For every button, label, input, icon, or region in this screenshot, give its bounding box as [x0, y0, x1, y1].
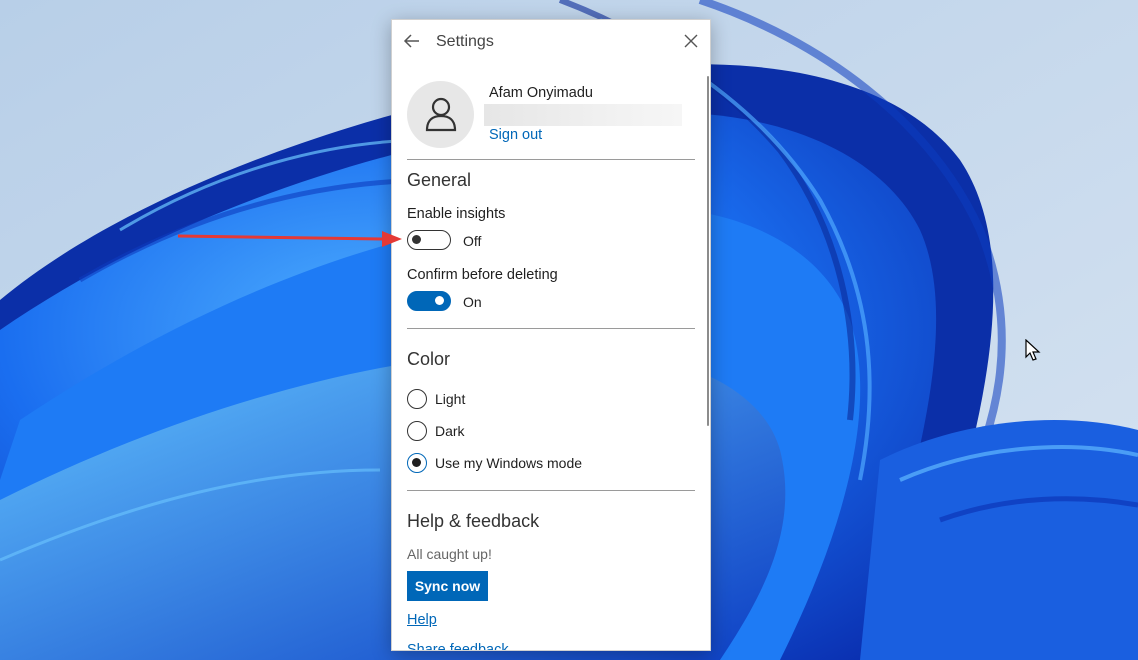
radio-windows-mode-label: Use my Windows mode: [435, 455, 583, 471]
window-title: Settings: [436, 33, 494, 50]
close-icon[interactable]: [680, 30, 702, 52]
section-color-heading: Color: [407, 349, 451, 369]
back-arrow-icon[interactable]: [400, 29, 424, 53]
divider: [407, 328, 695, 329]
radio-dot: [412, 458, 421, 467]
help-link[interactable]: Help: [407, 612, 437, 628]
enable-insights-label: Enable insights: [407, 206, 506, 222]
radio-button-selected[interactable]: [407, 453, 427, 473]
person-icon: [425, 97, 457, 132]
toggle-knob: [435, 296, 444, 305]
section-help-heading: Help & feedback: [407, 511, 540, 531]
mouse-pointer-icon: [1025, 339, 1041, 361]
confirm-delete-label: Confirm before deleting: [407, 267, 558, 283]
enable-insights-state: Off: [463, 233, 482, 249]
enable-insights-toggle[interactable]: [407, 230, 451, 250]
divider: [407, 159, 695, 160]
radio-button[interactable]: [407, 421, 427, 441]
scrollbar[interactable]: [707, 76, 709, 426]
sign-out-link[interactable]: Sign out: [489, 127, 542, 143]
toggle-knob: [412, 235, 421, 244]
account-name: Afam Onyimadu: [489, 85, 593, 101]
sync-now-button[interactable]: Sync now: [407, 571, 488, 601]
avatar: [407, 81, 474, 148]
radio-dark-label: Dark: [435, 423, 465, 439]
share-feedback-link[interactable]: Share feedback: [407, 642, 509, 650]
divider: [407, 490, 695, 491]
radio-light-label: Light: [435, 391, 466, 407]
section-general-heading: General: [407, 170, 472, 190]
redacted-email: [484, 104, 682, 126]
settings-panel: Settings Afam Onyimadu Sign out General …: [391, 19, 711, 651]
confirm-delete-toggle[interactable]: [407, 291, 451, 311]
title-bar: Settings: [392, 20, 710, 62]
confirm-delete-state: On: [463, 294, 482, 310]
sync-status: All caught up!: [407, 546, 492, 562]
radio-button[interactable]: [407, 389, 427, 409]
